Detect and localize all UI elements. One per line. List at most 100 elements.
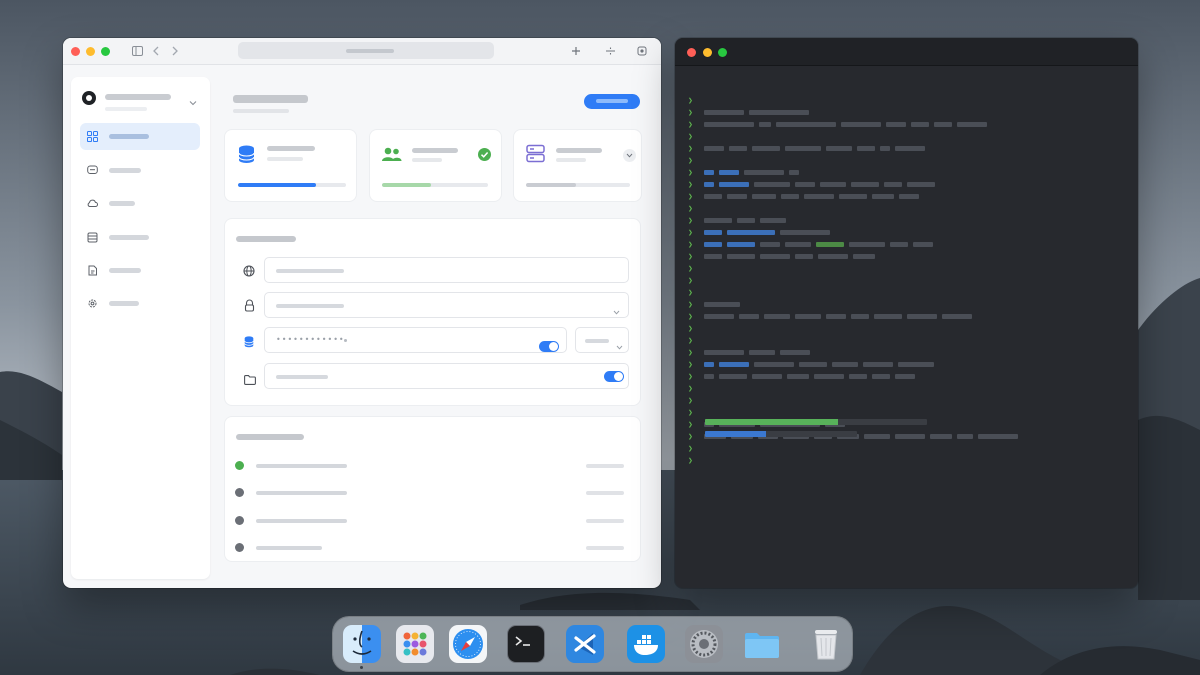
terminal-line: ❯ [688,142,930,154]
terminal-line: ❯ [688,94,704,106]
prompt-chevron-icon: ❯ [688,239,693,249]
section-title [236,434,304,440]
prompt-chevron-icon: ❯ [688,347,693,357]
minimize-window-button[interactable] [86,47,95,56]
prompt-chevron-icon: ❯ [688,191,693,201]
terminal-token [841,121,881,127]
docker-icon[interactable] [627,625,665,663]
url-input[interactable] [264,257,629,283]
password-field[interactable]: •••••••••••• [264,327,567,353]
terminal-token [978,433,1018,439]
terminal-token [704,253,722,259]
chevron-down-icon[interactable] [623,149,636,162]
terminal-token [704,145,724,151]
finder-icon[interactable] [343,625,381,663]
terminal-token [872,193,894,199]
sidebar-item-settings[interactable] [80,290,200,317]
terminal-output[interactable]: ❯ ❯ ❯ ❯ ❯ ❯ ❯ ❯ ❯ ❯ ❯ ❯ ❯ ❯ ❯ ❯ ❯ ❯ ❯ ❯ ❯ ❯ ❯ ❯ ❯ ❯ ❯ ❯ ❯ ❯ ❯ [675,66,1138,588]
prompt-chevron-icon: ❯ [688,179,693,189]
trash-icon[interactable] [807,625,845,663]
settings-form-card: •••••••••••• [225,219,640,405]
auth-method-select[interactable] [264,292,629,318]
prompt-chevron-icon: ❯ [688,287,693,297]
terminal-token [864,433,890,439]
terminal-token [826,313,846,319]
system-settings-icon[interactable] [685,625,723,663]
storage-path-field[interactable] [264,363,629,389]
stat-card-storage[interactable] [225,130,356,201]
prompt-chevron-icon: ❯ [688,215,693,225]
terminal-icon[interactable] [507,625,545,663]
zoom-window-button[interactable] [718,48,727,57]
prompt-chevron-icon: ❯ [688,227,693,237]
terminal-token [760,253,790,259]
safari-icon[interactable] [449,625,487,663]
prompt-chevron-icon: ❯ [688,263,693,273]
prompt-chevron-icon: ❯ [688,95,693,105]
extensions-icon[interactable] [636,45,648,57]
terminal-token [719,181,749,187]
terminal-token [752,193,776,199]
terminal-token [899,193,919,199]
activity-list-card [225,417,640,561]
sidebar-toggle-icon[interactable] [131,45,143,57]
port-select[interactable] [575,327,629,353]
sidebar-item-messages[interactable] [80,157,200,184]
terminal-token [911,121,929,127]
tab-overview-icon[interactable] [604,45,616,57]
stat-card-server[interactable] [514,130,641,201]
zoom-window-button[interactable] [101,47,110,56]
list-item[interactable] [225,457,640,475]
prompt-chevron-icon: ❯ [688,335,693,345]
sidebar-item-dashboard[interactable] [80,123,200,150]
folder-icon[interactable] [743,625,781,663]
stat-card-users[interactable] [370,130,501,201]
sidebar-item-cloud[interactable] [80,190,200,217]
prompt-chevron-icon: ❯ [688,251,693,261]
terminal-line: ❯ [688,250,880,262]
launchpad-icon[interactable] [396,625,434,663]
close-window-button[interactable] [71,47,80,56]
minimize-window-button[interactable] [703,48,712,57]
sidebar-item-database[interactable] [80,224,200,251]
terminal-line: ❯ [688,214,791,226]
terminal-token [754,361,794,367]
new-tab-icon[interactable] [570,45,582,57]
storage-path-toggle[interactable] [604,371,624,382]
terminal-line: ❯ [688,202,704,214]
terminal-progress-green [705,419,927,425]
prompt-chevron-icon: ❯ [688,383,693,393]
prompt-chevron-icon: ❯ [688,359,693,369]
terminal-token [898,361,934,367]
terminal-token [785,145,821,151]
terminal-line: ❯ [688,178,940,190]
database-icon [244,335,254,353]
address-bar[interactable] [238,42,494,59]
terminal-token [849,373,867,379]
list-item[interactable] [225,539,640,557]
terminal-token [886,121,906,127]
terminal-token [795,313,821,319]
terminal-token [895,373,915,379]
list-item[interactable] [225,484,640,502]
close-window-button[interactable] [687,48,696,57]
list-item[interactable] [225,512,640,530]
password-visibility-toggle[interactable] [539,341,559,352]
primary-action-button[interactable] [584,94,640,109]
terminal-token [857,145,875,151]
workspace-switcher[interactable] [82,88,200,118]
forward-icon[interactable] [169,45,181,57]
folder-icon [244,372,256,390]
terminal-token [704,301,740,307]
terminal-token [895,145,925,151]
terminal-token [795,181,815,187]
terminal-line: ❯ [688,298,745,310]
users-icon [382,147,402,167]
terminal-line: ❯ [688,382,704,394]
terminal-token [814,373,844,379]
vscode-icon[interactable] [566,625,604,663]
terminal-token [764,313,790,319]
sidebar-item-documents[interactable] [80,257,200,284]
back-icon[interactable] [150,45,162,57]
terminal-titlebar [675,38,1138,66]
